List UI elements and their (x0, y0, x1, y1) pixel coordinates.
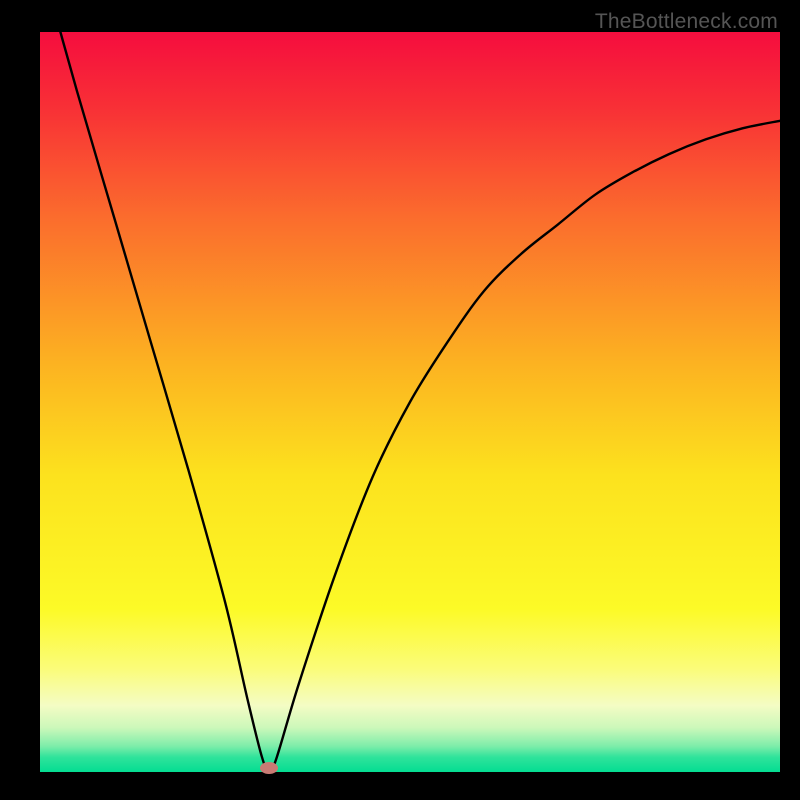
chart-frame: TheBottleneck.com (10, 10, 790, 790)
bottleneck-curve (40, 0, 780, 772)
optimum-marker (260, 762, 278, 774)
watermark-text: TheBottleneck.com (595, 10, 778, 34)
plot-area (40, 32, 780, 772)
curve-svg (40, 32, 780, 772)
